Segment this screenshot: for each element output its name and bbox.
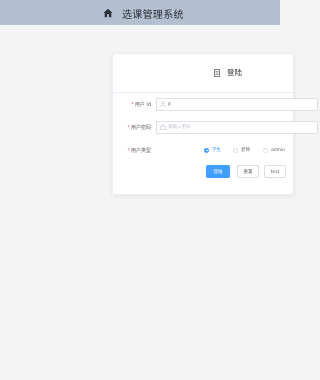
test-button[interactable]: test <box>264 165 286 178</box>
user-type-label: *用户类型 <box>103 147 151 154</box>
user-type-label-text: 用户类型 <box>130 148 151 154</box>
radio-teacher-label[interactable]: 老师 <box>241 147 250 153</box>
radio-student-dot[interactable] <box>204 147 209 153</box>
lock-icon <box>160 124 166 130</box>
radio-student[interactable]: 学生 <box>204 146 221 154</box>
required-mark: * <box>131 102 134 108</box>
radio-student-label[interactable]: 学生 <box>212 147 221 153</box>
radio-admin-label[interactable]: admin <box>271 148 285 153</box>
password-input[interactable] <box>168 122 308 133</box>
password-label: *用户密码 <box>103 124 151 131</box>
reset-button[interactable]: 重置 <box>237 165 259 178</box>
login-button[interactable]: 登陆 <box>206 165 230 178</box>
login-card: 登陆 *用户 id *用户密码 *用户类型 学生 老师 admin <box>112 53 318 195</box>
app-title: 选课管理系统 <box>122 10 184 21</box>
radio-admin-dot[interactable] <box>263 147 268 153</box>
user-id-label-text: 用户 id <box>134 102 151 108</box>
login-title: 登陆 <box>227 68 242 77</box>
user-icon <box>160 101 166 107</box>
top-bar: 选课管理系统 <box>0 0 280 25</box>
password-field[interactable] <box>156 121 318 134</box>
user-id-label: *用户 id <box>103 101 151 108</box>
login-card-header: 登陆 <box>113 54 293 93</box>
radio-admin[interactable]: admin <box>263 146 285 154</box>
document-icon <box>214 69 220 77</box>
password-label-text: 用户密码 <box>130 125 151 131</box>
user-id-input[interactable] <box>168 99 308 110</box>
user-id-field[interactable] <box>156 98 318 111</box>
radio-teacher[interactable]: 老师 <box>233 146 250 154</box>
home-icon[interactable] <box>103 8 113 18</box>
required-mark: * <box>127 148 130 154</box>
required-mark: * <box>127 125 130 131</box>
radio-teacher-dot[interactable] <box>233 147 238 153</box>
